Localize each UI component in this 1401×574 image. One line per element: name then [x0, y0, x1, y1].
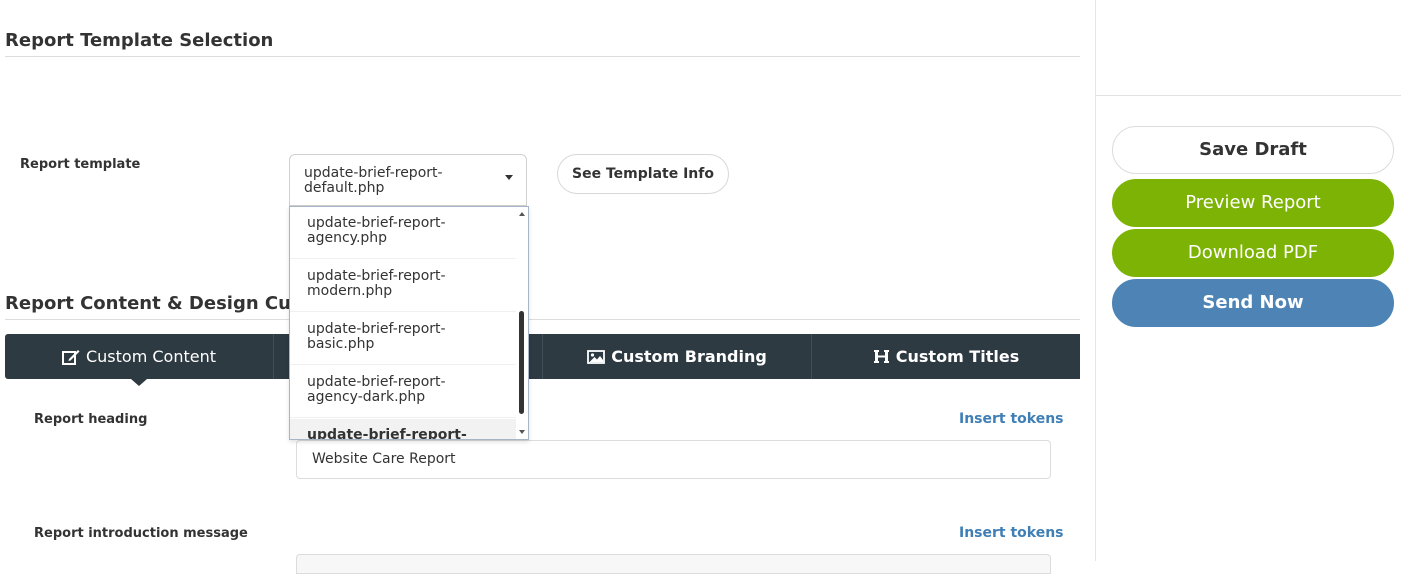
insert-tokens-link[interactable]: Insert tokens [959, 525, 1064, 541]
dropdown-option[interactable]: update-brief-report- basic.php [290, 313, 516, 365]
edit-icon [61, 349, 80, 365]
insert-tokens-link[interactable]: Insert tokens [959, 411, 1064, 427]
image-icon [587, 349, 606, 364]
report-template-label: Report template [20, 157, 141, 172]
sidebar-divider [1096, 95, 1401, 96]
download-pdf-button[interactable]: Download PDF [1112, 229, 1394, 277]
preview-report-button[interactable]: Preview Report [1112, 179, 1394, 227]
report-heading-input[interactable]: Website Care Report [296, 440, 1051, 479]
select-value-line1: update-brief-report- [304, 165, 443, 181]
active-tab-pointer [131, 379, 147, 386]
section-divider [5, 56, 1080, 57]
main-panel: Report Template Selection Report templat… [0, 0, 1095, 574]
template-dropdown-list[interactable]: update-brief-report- agency.php update-b… [289, 206, 529, 440]
tab-custom-content[interactable]: Custom Content [5, 334, 273, 379]
section-divider [5, 319, 1080, 320]
dropdown-option[interactable]: update-brief-report- modern.php [290, 260, 516, 312]
select-value-line2: default.php [304, 180, 385, 196]
scroll-down-icon[interactable] [519, 430, 525, 434]
tab-label: Custom Titles [895, 347, 1020, 366]
tab-custom-titles[interactable]: Custom Titles [812, 334, 1080, 379]
send-now-button[interactable]: Send Now [1112, 279, 1394, 327]
scrollbar-thumb[interactable] [519, 311, 524, 414]
report-intro-label: Report introduction message [34, 526, 248, 541]
dropdown-option-highlighted[interactable]: update-brief-report- [290, 419, 516, 439]
tab-label: Custom Branding [611, 347, 767, 366]
dropdown-option[interactable]: update-brief-report- agency.php [290, 207, 516, 259]
tab-label: Custom Content [85, 347, 216, 366]
section-title-template-selection: Report Template Selection [5, 30, 274, 51]
dropdown-scrollbar[interactable] [516, 207, 528, 439]
dropdown-option[interactable]: update-brief-report- agency-dark.php [290, 366, 516, 418]
report-intro-textarea[interactable] [296, 554, 1051, 574]
actions-sidebar: Save Draft Preview Report Download PDF S… [1095, 0, 1401, 561]
see-template-info-button[interactable]: See Template Info [557, 154, 729, 194]
scroll-up-icon[interactable] [519, 212, 525, 216]
heading-icon [873, 349, 890, 364]
report-template-select[interactable]: update-brief-report- default.php [289, 154, 527, 206]
report-heading-label: Report heading [34, 412, 148, 427]
tab-custom-branding[interactable]: Custom Branding [543, 334, 811, 379]
chevron-down-icon [505, 175, 513, 180]
customization-tabs: Custom Content Custom Branding Custom Ti… [5, 334, 1080, 379]
save-draft-button[interactable]: Save Draft [1112, 126, 1394, 174]
